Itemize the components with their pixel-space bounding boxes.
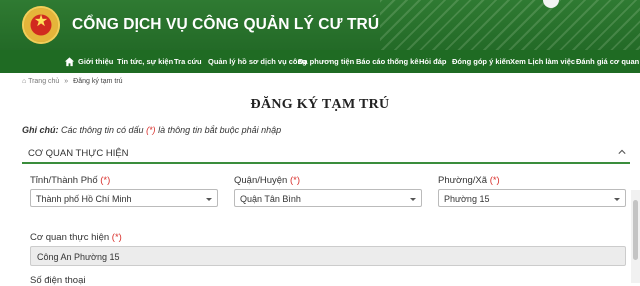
required-note: Ghi chú: Các thông tin có dấu (*) là thô… — [22, 125, 281, 135]
site-title[interactable]: CỔNG DỊCH VỤ CÔNG QUẢN LÝ CƯ TRÚ — [72, 16, 379, 34]
district-select[interactable]: Quận Tân Bình — [234, 189, 422, 207]
header-pattern — [380, 0, 640, 50]
nav-item-tin-tuc[interactable]: Tin tức, sự kiện — [117, 50, 173, 73]
province-select[interactable]: Thành phố Hồ Chí Minh — [30, 189, 218, 207]
agency-field[interactable]: Công An Phường 15 — [30, 246, 626, 266]
nav-item-hoi-dap[interactable]: Hỏi đáp — [419, 50, 447, 73]
nav-item-lich-lam-viec[interactable]: Xem Lịch làm việc — [510, 50, 575, 73]
province-required: (*) — [100, 175, 111, 186]
chevron-down-icon — [614, 198, 620, 201]
main-nav: Giới thiệu Tin tức, sự kiện Tra cứu Quản… — [0, 50, 640, 73]
chevron-up-icon[interactable] — [618, 148, 626, 156]
note-text-after: là thông tin bắt buộc phải nhập — [155, 125, 282, 135]
breadcrumb: ⌂ Trang chủ » Đăng ký tạm trú — [22, 78, 123, 85]
district-label: Quận/Huyện (*) — [234, 175, 301, 186]
section-agency[interactable]: CƠ QUAN THỰC HIỆN — [22, 144, 630, 164]
note-marker: (*) — [146, 125, 156, 135]
nav-item-bao-cao[interactable]: Báo cáo thống kê — [356, 50, 419, 73]
province-value: Thành phố Hồ Chí Minh — [36, 194, 132, 204]
district-required: (*) — [289, 175, 301, 186]
ward-select[interactable]: Phường 15 — [438, 189, 626, 207]
nav-item-dong-gop[interactable]: Đóng góp ý kiến — [452, 50, 510, 73]
nav-item-gioi-thieu[interactable]: Giới thiệu — [78, 50, 113, 73]
agency-label: Cơ quan thực hiện (*) — [30, 232, 122, 243]
chevron-down-icon — [206, 198, 212, 201]
home-icon[interactable] — [64, 56, 75, 67]
nav-item-tra-cuu[interactable]: Tra cứu — [174, 50, 202, 73]
note-text-before: Các thông tin có dấu — [58, 125, 147, 135]
breadcrumb-current: Đăng ký tạm trú — [73, 78, 123, 85]
ward-value: Phường 15 — [444, 194, 490, 204]
agency-required: (*) — [111, 232, 122, 243]
nav-item-danh-gia[interactable]: Đánh giá cơ quan — [576, 50, 639, 73]
page-scrollbar[interactable] — [631, 190, 640, 283]
phone-label: Số điện thoại — [30, 275, 86, 286]
province-label: Tỉnh/Thành Phố (*) — [30, 175, 111, 186]
note-prefix: Ghi chú: — [22, 125, 59, 135]
ward-label: Phường/Xã (*) — [438, 175, 500, 186]
chevron-down-icon — [410, 198, 416, 201]
agency-value: Công An Phường 15 — [37, 252, 120, 262]
breadcrumb-home-icon: ⌂ — [22, 78, 27, 85]
section-title: CƠ QUAN THỰC HIỆN — [28, 148, 129, 159]
nav-item-da-phuong-tien[interactable]: Đa phương tiện — [298, 50, 354, 73]
nav-item-quan-ly-ho-so[interactable]: Quản lý hồ sơ dịch vụ công — [208, 50, 307, 73]
scrollbar-thumb[interactable] — [633, 200, 638, 260]
breadcrumb-separator: » — [64, 78, 69, 85]
district-value: Quận Tân Bình — [240, 194, 301, 204]
police-emblem-icon[interactable]: ★ — [22, 6, 60, 44]
site-header: ★ CỔNG DỊCH VỤ CÔNG QUẢN LÝ CƯ TRÚ — [0, 0, 640, 50]
breadcrumb-home[interactable]: Trang chủ — [28, 78, 59, 85]
ward-required: (*) — [489, 175, 500, 186]
page-title: ĐĂNG KÝ TẠM TRÚ — [250, 97, 390, 112]
